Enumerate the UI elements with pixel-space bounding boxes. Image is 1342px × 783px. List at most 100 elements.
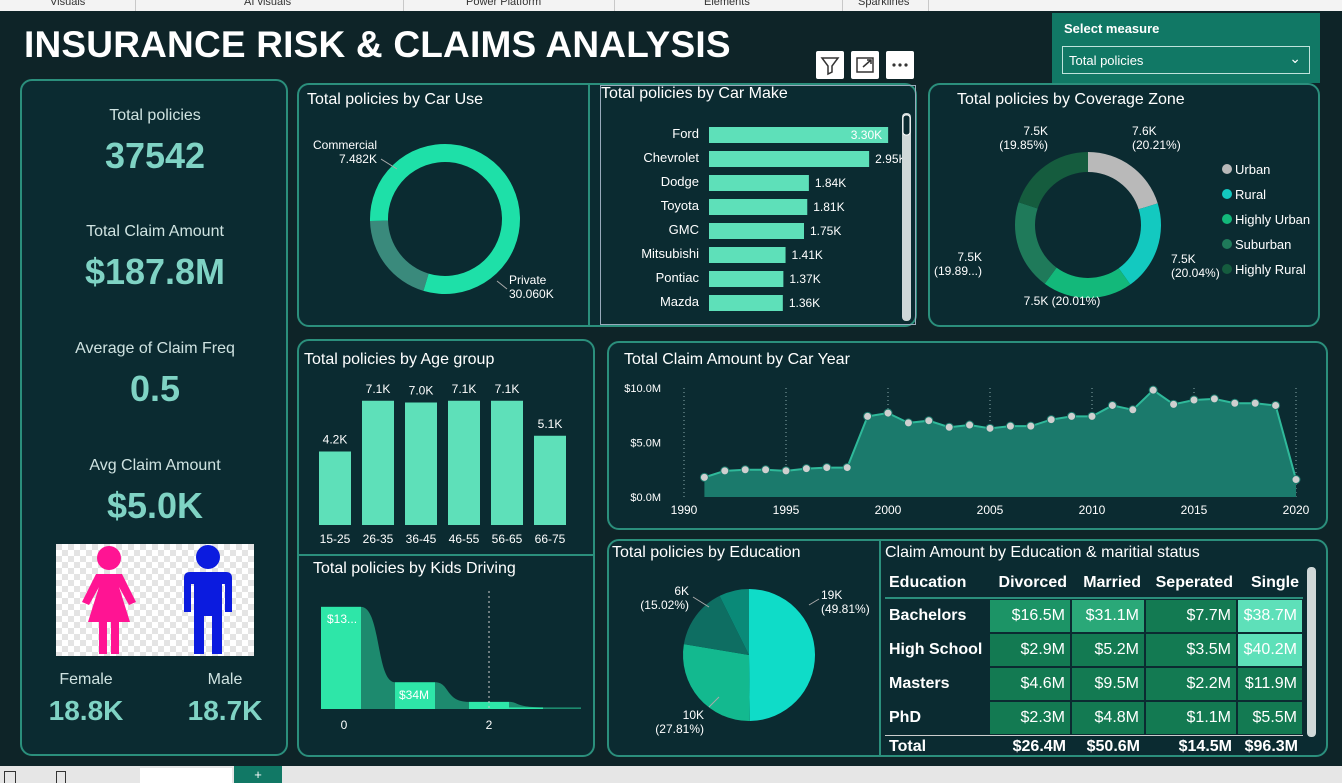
- claim-point-2002[interactable]: [924, 416, 934, 426]
- claim-point-2017[interactable]: [1230, 398, 1240, 408]
- legend-marker: [1222, 189, 1232, 199]
- ribbon-tab-ai-visuals[interactable]: AI visuals: [244, 0, 291, 8]
- claim-by-year-area-chart[interactable]: $0.0M $5.0M $10.0M 1990 1995 2000 2005 2010 2015…: [609, 373, 1326, 528]
- donut-label: Private: [509, 273, 547, 287]
- claim-point-2020[interactable]: [1291, 475, 1301, 485]
- claim-point-1991[interactable]: [699, 472, 709, 482]
- matrix-cell[interactable]: $3.5M: [1145, 633, 1237, 667]
- coverage-zone-donut-chart[interactable]: 7.6K(20.21%)7.5K(20.04%)7.5K (20.01%)7.5…: [930, 113, 1320, 325]
- coverage-slice-suburban[interactable]: [1015, 202, 1057, 284]
- matrix-cell[interactable]: $11.9M: [1237, 667, 1303, 701]
- bar-36-45[interactable]: [405, 402, 437, 526]
- matrix-cell[interactable]: $16.5M: [989, 599, 1071, 633]
- matrix-cell[interactable]: $2.2M: [1145, 667, 1237, 701]
- male-value: 18.7K: [187, 695, 263, 726]
- matrix-header-single[interactable]: Single: [1237, 569, 1303, 599]
- bar-15-25[interactable]: [319, 451, 351, 526]
- page-tab[interactable]: [140, 768, 232, 783]
- claim-point-2011[interactable]: [1107, 400, 1117, 410]
- claim-point-1995[interactable]: [781, 466, 791, 476]
- claim-point-2018[interactable]: [1250, 398, 1260, 408]
- ribbon-tab-visuals[interactable]: Visuals: [50, 0, 85, 8]
- car-use-donut-chart[interactable]: Commercial7.482K Private30.060K: [299, 111, 588, 325]
- claim-point-2007[interactable]: [1026, 421, 1036, 431]
- claim-point-2008[interactable]: [1046, 415, 1056, 425]
- claim-point-2016[interactable]: [1209, 394, 1219, 404]
- claim-point-2012[interactable]: [1128, 405, 1138, 415]
- claim-point-2015[interactable]: [1189, 395, 1199, 405]
- coverage-slice-highly-rural[interactable]: [1018, 152, 1088, 209]
- matrix-cell[interactable]: $4.8M: [1071, 701, 1145, 735]
- dropdown-value: Total policies: [1069, 53, 1144, 68]
- claim-point-2004[interactable]: [965, 420, 975, 430]
- claim-point-2005[interactable]: [985, 423, 995, 433]
- claim-point-2013[interactable]: [1148, 385, 1158, 395]
- claim-point-2003[interactable]: [944, 422, 954, 432]
- bar-56-65[interactable]: [491, 400, 523, 525]
- matrix-row-label[interactable]: PhD: [885, 701, 989, 735]
- claim-point-1992[interactable]: [720, 466, 730, 476]
- matrix-cell[interactable]: $5.2M: [1071, 633, 1145, 667]
- claim-point-1997[interactable]: [822, 463, 832, 473]
- coverage-slice-urban[interactable]: [1088, 152, 1158, 210]
- matrix-header-education[interactable]: Education: [885, 569, 989, 599]
- bar-46-55[interactable]: [448, 400, 480, 525]
- legend-marker: [1222, 264, 1232, 274]
- matrix-scrollbar[interactable]: [1307, 567, 1316, 737]
- matrix-row-label[interactable]: High School: [885, 633, 989, 667]
- matrix-cell[interactable]: $7.7M: [1145, 599, 1237, 633]
- page-view-icon[interactable]: [4, 771, 16, 783]
- claim-point-2014[interactable]: [1169, 399, 1179, 409]
- measure-dropdown[interactable]: Total policies ⌄: [1062, 46, 1310, 74]
- filter-icon[interactable]: [816, 51, 844, 79]
- claim-point-2000[interactable]: [883, 408, 893, 418]
- focus-mode-icon[interactable]: [851, 51, 879, 79]
- matrix-header-married[interactable]: Married: [1071, 569, 1145, 599]
- matrix-cell[interactable]: $31.1M: [1071, 599, 1145, 633]
- claim-point-2010[interactable]: [1087, 411, 1097, 421]
- age-group-bar-chart[interactable]: 4.2K 15-25 7.1K 26-35 7.0K 36-45 7.1K 46-55 7.1K…: [299, 375, 593, 553]
- claim-point-1998[interactable]: [842, 463, 852, 473]
- claim-point-2006[interactable]: [1005, 421, 1015, 431]
- bar-66-75[interactable]: [534, 435, 566, 525]
- education-pie-chart[interactable]: 19K(49.81%) 10K(27.81%) 6K(15.02%): [609, 567, 877, 755]
- matrix-cell[interactable]: $38.7M: [1237, 599, 1303, 633]
- kids-bar-3[interactable]: [509, 707, 543, 709]
- coverage-slice-rural[interactable]: [1118, 203, 1161, 285]
- claim-point-1994[interactable]: [761, 465, 771, 475]
- bar-26-35[interactable]: [362, 400, 394, 525]
- age-group-title: Total policies by Age group: [304, 351, 495, 368]
- more-options-icon[interactable]: [886, 51, 914, 79]
- matrix-cell[interactable]: $5.5M: [1237, 701, 1303, 735]
- matrix-cell[interactable]: $2.9M: [989, 633, 1071, 667]
- ribbon-tab-sparklines[interactable]: Sparklines: [858, 0, 909, 8]
- kids-driving-area-chart[interactable]: $13... $34M 0 2: [299, 585, 593, 755]
- matrix-header-seperated[interactable]: Seperated: [1145, 569, 1237, 599]
- matrix-row-label[interactable]: Bachelors: [885, 599, 989, 633]
- pie-data-label: 6K: [674, 584, 689, 598]
- matrix-cell[interactable]: $1.1M: [1145, 701, 1237, 735]
- matrix-cell[interactable]: $40.2M: [1237, 633, 1303, 667]
- matrix-cell[interactable]: $4.6M: [989, 667, 1071, 701]
- matrix-cell[interactable]: $2.3M: [989, 701, 1071, 735]
- matrix-total-cell: $14.5M: [1145, 735, 1237, 757]
- claim-point-1996[interactable]: [801, 464, 811, 474]
- page-nav-icon[interactable]: [56, 771, 66, 783]
- ribbon-tab-power-platform[interactable]: Power Platform: [466, 0, 541, 8]
- claim-point-2009[interactable]: [1067, 411, 1077, 421]
- claim-point-2019[interactable]: [1271, 400, 1281, 410]
- car-use-slice-commercial[interactable]: [370, 220, 429, 291]
- donut-data-label: 7.5K (20.01%): [1024, 294, 1101, 308]
- matrix-header-divorced[interactable]: Divorced: [989, 569, 1071, 599]
- claim-point-2001[interactable]: [903, 418, 913, 428]
- education-slice-bachelors[interactable]: [749, 589, 816, 721]
- claim-point-1993[interactable]: [740, 465, 750, 475]
- ribbon-tab-elements[interactable]: Elements: [704, 0, 750, 8]
- matrix-total-label: Total: [885, 735, 989, 757]
- matrix-cell[interactable]: $9.5M: [1071, 667, 1145, 701]
- donut-data-label: 7.5K: [957, 250, 982, 264]
- claim-point-1999[interactable]: [863, 411, 873, 421]
- claim-area[interactable]: [704, 390, 1296, 497]
- matrix-row-label[interactable]: Masters: [885, 667, 989, 701]
- add-page-button[interactable]: +: [234, 766, 282, 783]
